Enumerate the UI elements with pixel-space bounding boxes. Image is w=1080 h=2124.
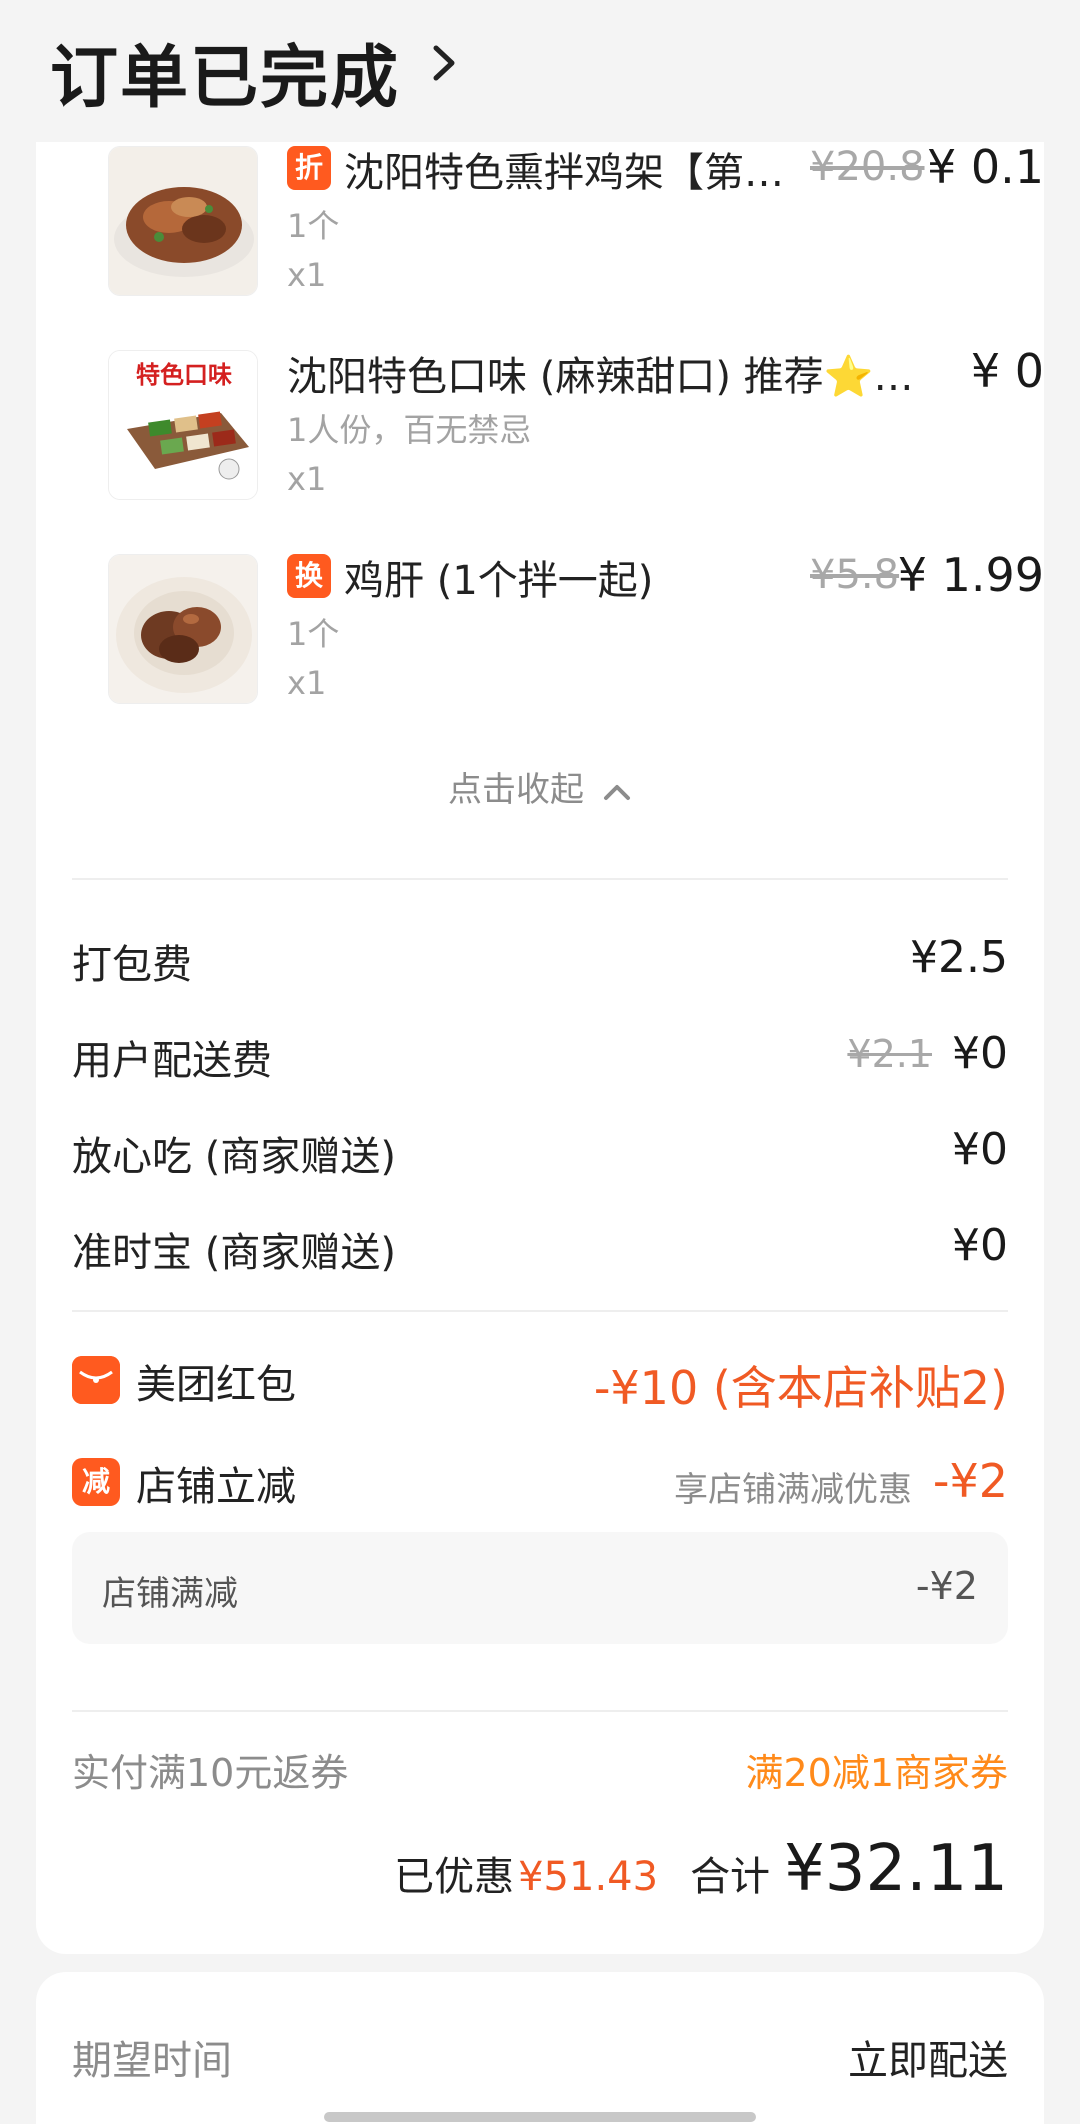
item-spec: 1个 (287, 207, 340, 245)
chevron-right-icon[interactable] (428, 42, 460, 84)
delivery-card: 期望时间 立即配送 (36, 1972, 1044, 2124)
item-name: 鸡肝 (1个拌一起) (344, 558, 654, 604)
item-price: ¥ 1.99 (897, 548, 1044, 602)
fee-label: 准时宝 (商家赠送) (72, 1230, 396, 1276)
divider (72, 1310, 1008, 1312)
fee-value: ¥0 (952, 1124, 1008, 1175)
promo-label: 店铺立减 (136, 1464, 296, 1510)
divider (72, 878, 1008, 880)
promo-label: 美团红包 (136, 1362, 296, 1408)
fee-value: ¥0 (952, 1220, 1008, 1271)
order-item[interactable]: 换 鸡肝 (1个拌一起) ¥5.8 ¥ 1.99 1个 x1 (72, 548, 1044, 754)
delivery-value: 立即配送 (848, 2038, 1008, 2084)
detail-value: -¥2 (915, 1564, 978, 1608)
promo-note: 享店铺满减优惠 (674, 1470, 912, 1510)
item-price: ¥ 0 (970, 344, 1044, 398)
item-original-price: ¥5.8 (810, 552, 900, 598)
promo-shop-discount[interactable]: 减 店铺立减 享店铺满减优惠 -¥2 (72, 1454, 1008, 1514)
divider (72, 1710, 1008, 1712)
promo-value: -¥10 (含本店补贴2) (593, 1361, 1008, 1415)
item-thumbnail: 特色口味 (108, 350, 258, 500)
home-indicator[interactable] (324, 2112, 756, 2122)
discount-detail-box: 店铺满减 -¥2 (72, 1532, 1008, 1644)
item-quantity: x1 (287, 460, 327, 498)
item-thumbnail (108, 554, 258, 704)
coupon-value[interactable]: 满20减1商家券 (745, 1742, 1008, 1797)
page-title[interactable]: 订单已完成 (50, 22, 400, 121)
item-price: ¥ 0.1 (926, 140, 1044, 194)
fee-label: 打包费 (72, 942, 192, 988)
saved-label: 已优惠 (394, 1854, 515, 1900)
fee-label: 放心吃 (商家赠送) (72, 1134, 396, 1180)
fee-row-safe-eat: 放心吃 (商家赠送) ¥0 (72, 1124, 1008, 1184)
swap-badge: 换 (287, 554, 331, 598)
coupon-label: 实付满10元返券 (72, 1751, 349, 1795)
fee-value: ¥0 (952, 1028, 1008, 1079)
fee-row-packing: 打包费 ¥2.5 (72, 932, 1008, 992)
saved-value: ¥51.43 (518, 1854, 659, 1900)
item-spec: 1个 (287, 615, 340, 653)
item-quantity: x1 (287, 256, 327, 294)
discount-badge: 折 (287, 146, 331, 190)
item-quantity: x1 (287, 664, 327, 702)
red-packet-icon (72, 1356, 120, 1404)
svg-text:特色口味: 特色口味 (136, 361, 232, 389)
order-card: 折 沈阳特色熏拌鸡架【第… ¥20.8 ¥ 0.1 1个 x1 特色口味 沈阳特… (36, 140, 1044, 1954)
collapse-button[interactable]: 点击收起 (36, 762, 1044, 811)
header: 订单已完成 (0, 0, 1080, 140)
item-name: 沈阳特色口味 (麻辣甜口) 推荐⭐… (287, 354, 914, 400)
collapse-label: 点击收起 (448, 770, 584, 810)
fee-row-on-time: 准时宝 (商家赠送) ¥0 (72, 1220, 1008, 1280)
promo-value: -¥2 (932, 1454, 1008, 1508)
fee-value: ¥2.5 (910, 932, 1008, 983)
item-thumbnail (108, 146, 258, 296)
total-label: 合计 (690, 1854, 771, 1900)
promo-red-packet[interactable]: 美团红包 -¥10 (含本店补贴2) (72, 1352, 1008, 1415)
order-item[interactable]: 特色口味 沈阳特色口味 (麻辣甜口) 推荐⭐… ¥ 0 1人份，百无禁忌 x1 (72, 344, 1044, 550)
detail-label: 店铺满减 (102, 1574, 238, 1614)
fee-original: ¥2.1 (847, 1032, 932, 1076)
order-item[interactable]: 折 沈阳特色熏拌鸡架【第… ¥20.8 ¥ 0.1 1个 x1 (72, 140, 1044, 346)
item-name: 沈阳特色熏拌鸡架【第… (344, 150, 784, 196)
total-summary: 已优惠 ¥51.43 合计 ¥32.11 (394, 1832, 1008, 1912)
fee-row-delivery: 用户配送费 ¥2.1 ¥0 (72, 1028, 1008, 1088)
fee-label: 用户配送费 (72, 1038, 272, 1084)
item-original-price: ¥20.8 (810, 144, 925, 190)
total-value: ¥32.11 (784, 1832, 1008, 1906)
delivery-label: 期望时间 (72, 2038, 232, 2084)
discount-icon: 减 (72, 1458, 120, 1506)
chevron-up-icon (604, 784, 630, 800)
item-spec: 1人份，百无禁忌 (287, 411, 532, 449)
